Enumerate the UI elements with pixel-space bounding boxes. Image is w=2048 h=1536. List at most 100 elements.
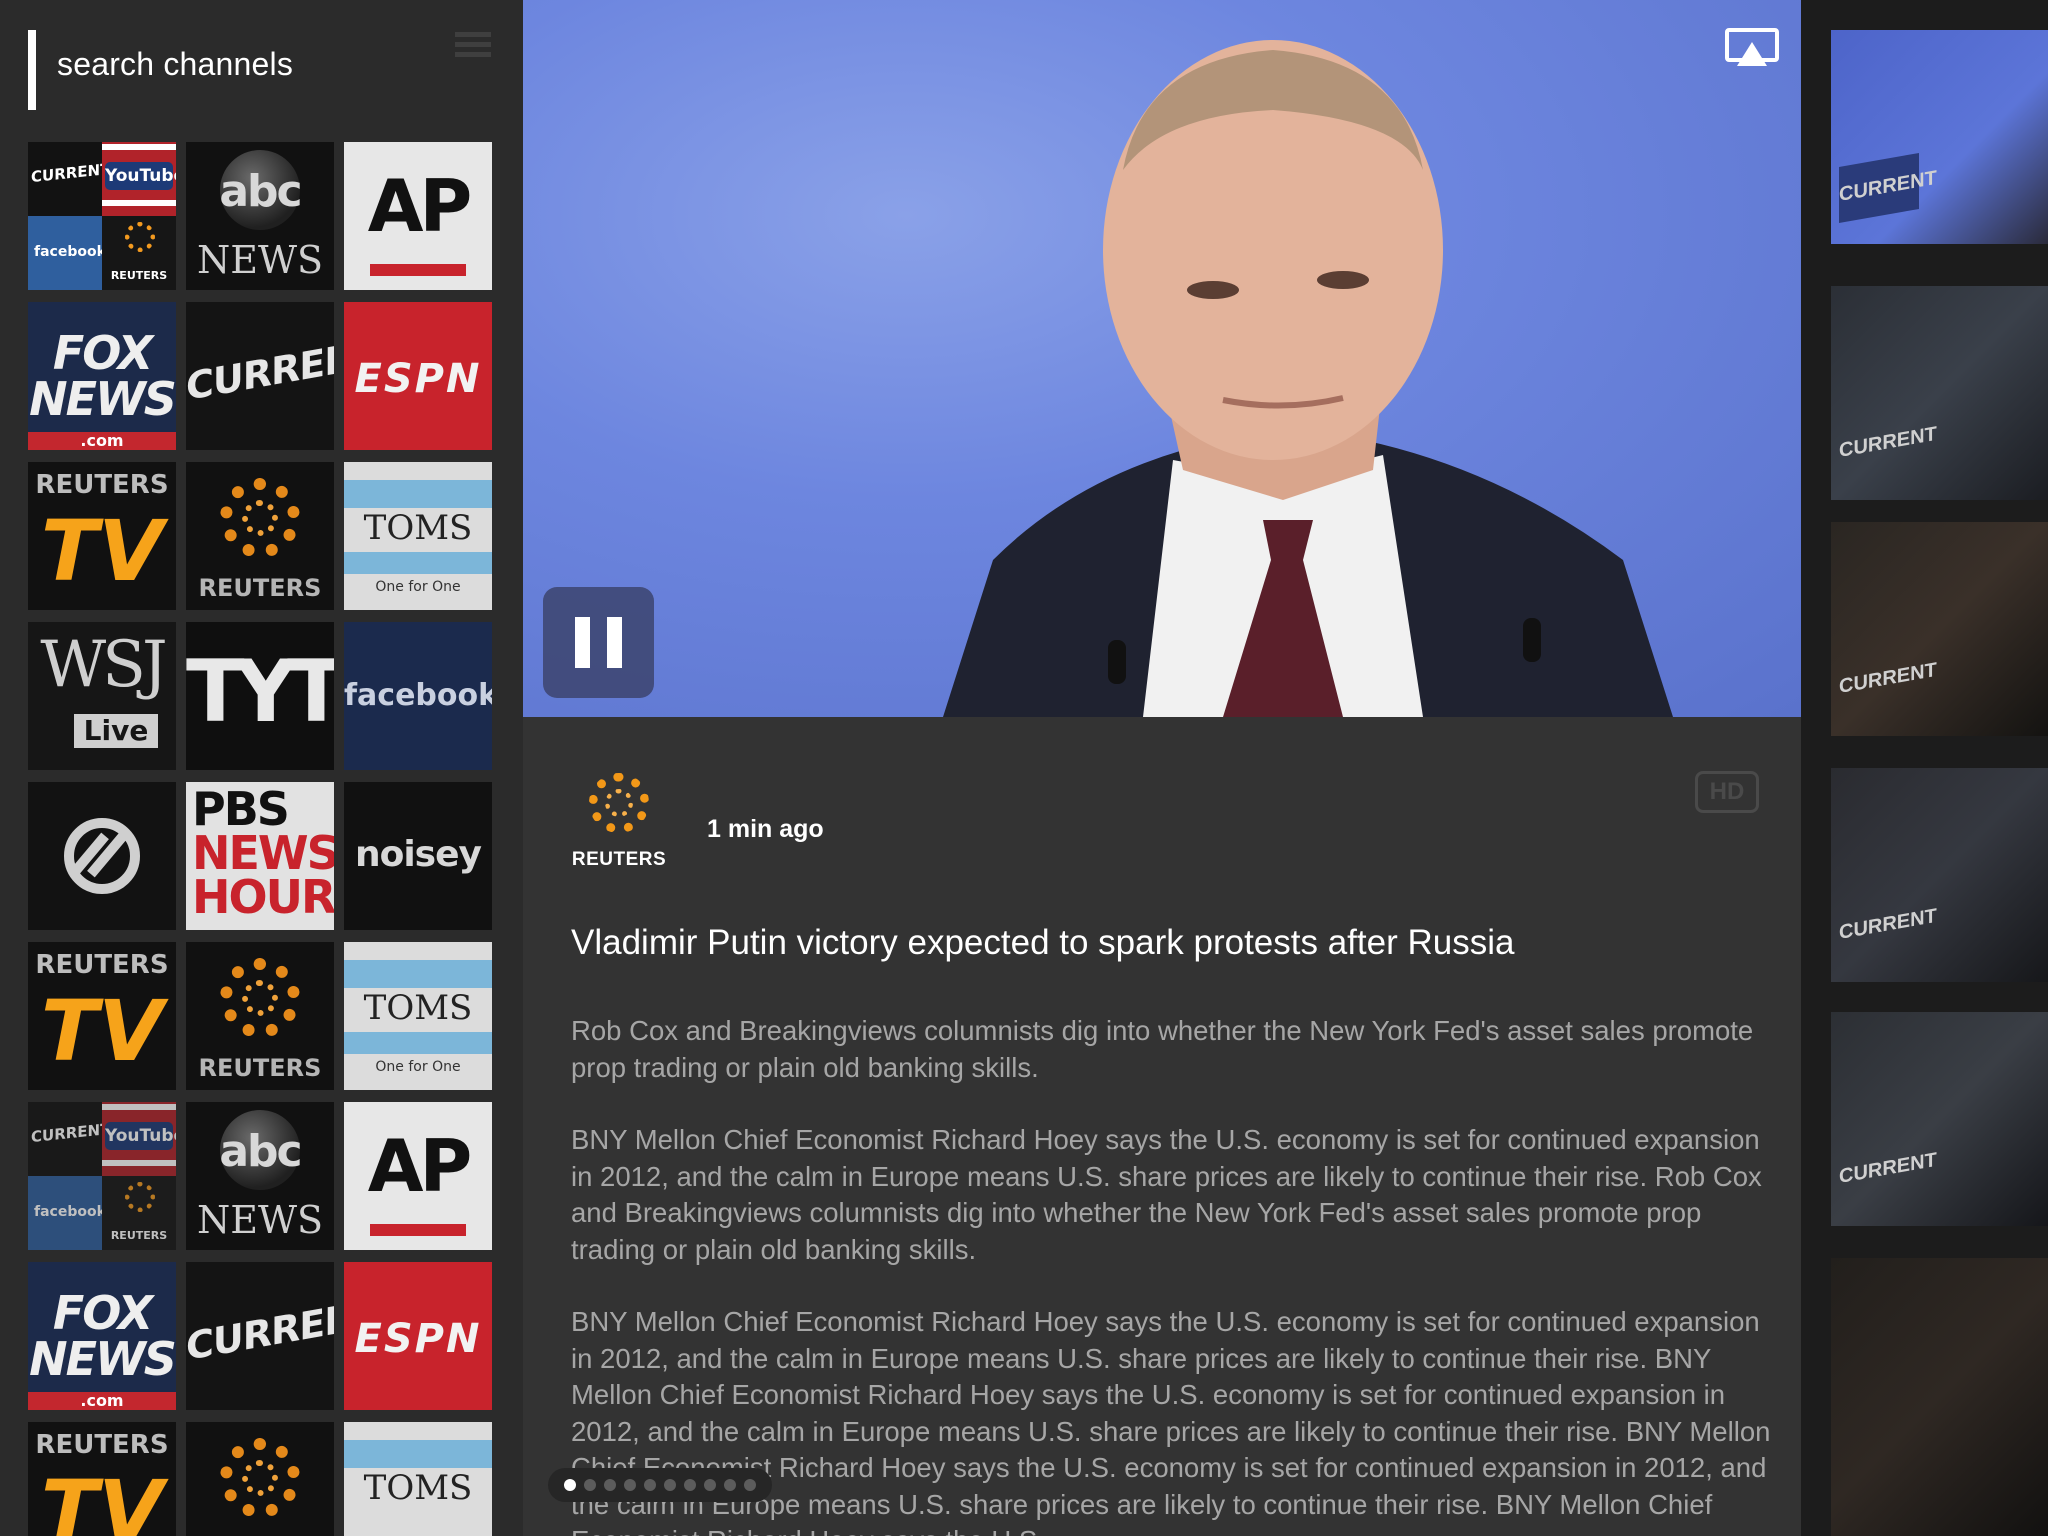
pbs-hour-label: HOUR — [192, 870, 334, 924]
channel-tile-espn[interactable]: ESPN — [344, 302, 492, 450]
page-dot[interactable] — [744, 1479, 756, 1491]
channel-sidebar: search channels CURRENT YouTube facebook… — [0, 0, 523, 1536]
reuters-tv-label: REUTERS — [35, 1430, 169, 1460]
page-dot[interactable] — [584, 1479, 596, 1491]
channel-tile-wsj-live[interactable]: WSJ Live — [28, 622, 176, 770]
page-dot[interactable] — [724, 1479, 736, 1491]
reuters-logo-small: REUTERS — [110, 1229, 168, 1242]
reuters-tv-label: REUTERS — [35, 470, 169, 500]
current-logo: CURRENT — [186, 1290, 334, 1370]
fox-news-dotcom: .com — [28, 1392, 176, 1410]
article-headline: Vladimir Putin victory expected to spark… — [571, 923, 1515, 962]
channel-tile-toms[interactable]: TOMS One for One — [344, 462, 492, 610]
channel-tile-fox-news[interactable]: FOX NEWS .com — [28, 302, 176, 450]
channel-tile-pbs-newshour[interactable]: PBS NEWS HOUR — [186, 782, 334, 930]
channel-tile-facebook[interactable]: facebook — [344, 622, 492, 770]
wsj-live-label: Live — [74, 714, 158, 748]
reuters-ring-icon — [125, 1182, 155, 1212]
channel-tile-noisey[interactable]: noisey — [344, 782, 492, 930]
related-video-thumbnail[interactable]: CURRENT — [1831, 1012, 2048, 1226]
current-logo-small: CURRENT — [31, 159, 102, 187]
article-body: Rob Cox and Breakingviews columnists dig… — [571, 1013, 1771, 1536]
channel-tile-espn[interactable]: ESPN — [344, 1262, 492, 1410]
reuters-label: REUTERS — [198, 1054, 322, 1082]
search-cursor — [28, 30, 36, 110]
channel-tile-ap[interactable]: AP — [344, 1102, 492, 1250]
abc-news-label: NEWS — [196, 1198, 324, 1242]
menu-icon[interactable] — [455, 32, 491, 58]
channel-tile-multi[interactable]: CURRENT YouTube facebook REUTERS — [28, 142, 176, 290]
page-dot[interactable] — [564, 1479, 576, 1491]
reuters-source-logo[interactable]: REUTERS — [571, 773, 667, 873]
facebook-logo-small: facebook — [34, 244, 102, 260]
page-dot[interactable] — [604, 1479, 616, 1491]
page-dot[interactable] — [664, 1479, 676, 1491]
source-name: REUTERS — [571, 849, 667, 870]
pause-button[interactable] — [543, 587, 654, 698]
facebook-logo-small: facebook — [34, 1204, 102, 1220]
reuters-tv-logo: TV — [40, 1462, 164, 1536]
current-badge: CURRENT — [1839, 658, 1937, 699]
current-logo-small: CURRENT — [31, 1119, 102, 1147]
channel-tile-toms[interactable]: TOMS One for One — [344, 942, 492, 1090]
reuters-logo-small: REUTERS — [110, 269, 168, 282]
related-video-thumbnail[interactable]: CURRENT — [1831, 768, 2048, 982]
page-dot[interactable] — [644, 1479, 656, 1491]
current-badge: CURRENT — [1839, 422, 1937, 463]
espn-logo: ESPN — [354, 1316, 482, 1362]
toms-tagline: One for One — [375, 579, 461, 595]
search-channels-field[interactable]: search channels — [28, 30, 498, 110]
toms-logo: TOMS — [363, 988, 473, 1028]
reuters-tv-logo: TV — [40, 502, 164, 600]
channel-tile-toms[interactable]: TOMS — [344, 1422, 492, 1536]
page-dot[interactable] — [684, 1479, 696, 1491]
current-badge: CURRENT — [1839, 152, 1937, 224]
reuters-ring-icon — [125, 222, 155, 252]
channel-tile-reuters-tv[interactable]: REUTERS TV — [28, 462, 176, 610]
channel-tile-fox-news[interactable]: FOX NEWS .com — [28, 1262, 176, 1410]
page-dot[interactable] — [704, 1479, 716, 1491]
toms-logo: TOMS — [363, 508, 473, 548]
abc-news-label: NEWS — [196, 238, 324, 282]
video-player[interactable] — [523, 0, 1801, 717]
related-videos-strip: CURRENT CURRENT CURRENT CURRENT CURRENT — [1801, 0, 2048, 1536]
airplay-icon[interactable] — [1725, 28, 1779, 68]
toms-logo: TOMS — [363, 1468, 473, 1508]
article-paragraph: Rob Cox and Breakingviews columnists dig… — [571, 1015, 1754, 1083]
related-video-thumbnail[interactable]: CURRENT — [1831, 286, 2048, 500]
channel-tile-reuters-tv[interactable]: REUTERS TV — [28, 942, 176, 1090]
fox-news-logo: FOX NEWS — [29, 326, 176, 426]
abc-logo: abc — [219, 166, 302, 217]
wsj-logo: WSJ — [40, 628, 167, 702]
channel-tile-abc-news[interactable]: abc NEWS — [186, 142, 334, 290]
channel-tile-reuters[interactable]: REUTERS — [186, 462, 334, 610]
channel-tile-multi[interactable]: CURRENT YouTube facebook REUTERS — [28, 1102, 176, 1250]
ap-logo: AP — [367, 1124, 473, 1208]
article-paragraph: BNY Mellon Chief Economist Richard Hoey … — [571, 1124, 1762, 1265]
channel-tile-reuters[interactable]: REUTERS — [186, 942, 334, 1090]
espn-logo: ESPN — [354, 356, 482, 402]
related-video-thumbnail[interactable]: CURRENT — [1831, 522, 2048, 736]
channel-tile-circle[interactable] — [28, 782, 176, 930]
related-video-thumbnail[interactable]: CURRENT — [1831, 30, 2048, 244]
fox-news-logo: FOX NEWS — [29, 1286, 176, 1386]
reuters-label: REUTERS — [198, 574, 322, 602]
video-frame-image — [943, 40, 1673, 717]
channel-tile-reuters-tv[interactable]: REUTERS TV — [28, 1422, 176, 1536]
channel-tile-current[interactable]: CURRENT — [186, 302, 334, 450]
current-logo: CURRENT — [186, 330, 334, 410]
channel-tile-current[interactable]: CURRENT — [186, 1262, 334, 1410]
page-dot[interactable] — [624, 1479, 636, 1491]
ap-logo: AP — [367, 164, 473, 248]
channel-tile-reuters[interactable] — [186, 1422, 334, 1536]
tyt-logo: TYT — [186, 642, 334, 742]
pause-icon — [575, 617, 590, 668]
reuters-tv-logo: TV — [40, 982, 164, 1080]
page-indicator[interactable] — [548, 1468, 772, 1502]
channel-tile-abc-news[interactable]: abc NEWS — [186, 1102, 334, 1250]
channel-tile-ap[interactable]: AP — [344, 142, 492, 290]
related-video-thumbnail[interactable] — [1831, 1258, 2048, 1536]
channel-tile-tyt[interactable]: TYT — [186, 622, 334, 770]
toms-tagline: One for One — [375, 1059, 461, 1075]
hd-badge[interactable]: HD — [1695, 771, 1759, 813]
